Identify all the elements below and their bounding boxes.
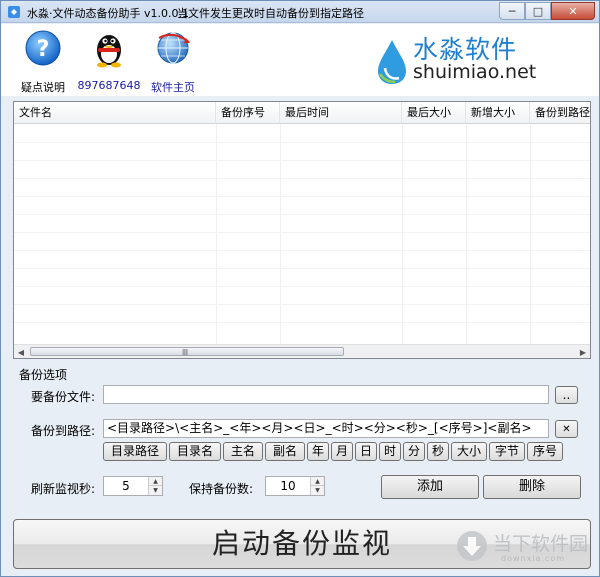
- keep-count-label: 保持备份数:: [189, 482, 254, 496]
- token-dir-name-button[interactable]: 目录名: [169, 442, 221, 461]
- column-file-name[interactable]: 文件名: [14, 102, 216, 124]
- qq-button[interactable]: 897687648: [77, 28, 141, 92]
- app-icon: [8, 6, 20, 18]
- file-label: 要备份文件:: [31, 390, 96, 404]
- token-minute-button[interactable]: 分: [403, 442, 425, 461]
- token-bytes-button[interactable]: 字节: [489, 442, 525, 461]
- token-size-button[interactable]: 大小: [451, 442, 487, 461]
- grid-line: [14, 142, 590, 143]
- keep-count-value[interactable]: 10: [266, 477, 310, 495]
- token-month-button[interactable]: 月: [331, 442, 353, 461]
- stepper-buttons: ▲ ▼: [148, 477, 162, 495]
- path-input[interactable]: <目录路径>\<主名>_<年><月><日>_<时><分><秒>_[<序号>]<副…: [103, 419, 549, 438]
- window-title: 水淼·文件动态备份助手 v1.0.0.1: [27, 7, 189, 20]
- close-button[interactable]: ✕: [551, 2, 595, 20]
- download-icon: [457, 531, 487, 561]
- grid-line: [530, 124, 531, 344]
- help-label: 疑点说明: [21, 81, 65, 94]
- maximize-button[interactable]: □: [525, 2, 551, 20]
- refresh-seconds-value[interactable]: 5: [104, 477, 148, 495]
- question-icon: ?: [25, 30, 61, 66]
- grid-line: [14, 286, 590, 287]
- token-day-button[interactable]: 日: [355, 442, 377, 461]
- decrement-icon[interactable]: ▼: [311, 486, 324, 495]
- grid-line: [14, 304, 590, 305]
- column-backup-seq[interactable]: 备份序号: [216, 102, 280, 124]
- grid-line: [14, 178, 590, 179]
- window-controls: ─ □ ✕: [499, 2, 595, 20]
- clear-path-button[interactable]: ✕: [555, 420, 578, 438]
- qq-label: 897687648: [77, 79, 141, 92]
- decrement-icon[interactable]: ▼: [149, 486, 162, 495]
- column-backup-path[interactable]: 备份到路径: [530, 102, 590, 124]
- grid-line: [14, 160, 590, 161]
- column-last-time[interactable]: 最后时间: [280, 102, 402, 124]
- increment-icon[interactable]: ▲: [149, 477, 162, 486]
- delete-button[interactable]: 删除: [483, 475, 581, 499]
- keep-count-stepper[interactable]: 10 ▲ ▼: [265, 476, 325, 496]
- homepage-button[interactable]: 软件主页: [141, 28, 205, 95]
- increment-icon[interactable]: ▲: [311, 477, 324, 486]
- options-section-title: 备份选项: [19, 368, 68, 382]
- list-header: 文件名 备份序号 最后时间 最后大小 新增大小 备份到路径: [14, 102, 590, 124]
- token-hour-button[interactable]: 时: [379, 442, 401, 461]
- watermark: 当下软件园 downxia.com: [453, 527, 593, 567]
- file-list[interactable]: 文件名 备份序号 最后时间 最后大小 新增大小 备份到路径 ◀ ||||| ▶: [13, 101, 591, 359]
- toolbar: ? 疑点说明 897687648 软件主页 水淼软件 shuimiao.net: [1, 24, 599, 96]
- app-window: 水淼·文件动态备份助手 v1.0.0.1 当文件发生更改时自动备份到指定路径 ─…: [0, 0, 600, 577]
- refresh-label: 刷新监视秒:: [31, 482, 96, 496]
- penguin-icon: [97, 35, 121, 68]
- globe-icon: [157, 32, 190, 64]
- watermark-text: 当下软件园: [493, 533, 589, 555]
- scroll-grip: |||||: [182, 349, 188, 356]
- minimize-button[interactable]: ─: [499, 2, 525, 20]
- grid-line: [402, 124, 403, 344]
- homepage-label: 软件主页: [151, 81, 195, 94]
- token-year-button[interactable]: 年: [307, 442, 329, 461]
- window-subtitle: 当文件发生更改时自动备份到指定路径: [177, 7, 364, 20]
- token-seq-button[interactable]: 序号: [527, 442, 563, 461]
- scrollbar-thumb[interactable]: |||||: [30, 347, 344, 356]
- grid-line: [14, 196, 590, 197]
- refresh-seconds-stepper[interactable]: 5 ▲ ▼: [103, 476, 163, 496]
- grid-line: [14, 322, 590, 323]
- stepper-buttons: ▲ ▼: [310, 477, 324, 495]
- grid-line: [216, 124, 217, 344]
- browse-button[interactable]: ..: [555, 386, 578, 404]
- add-button[interactable]: 添加: [381, 475, 479, 499]
- column-added-size[interactable]: 新增大小: [466, 102, 530, 124]
- grid-line: [14, 268, 590, 269]
- token-main-name-button[interactable]: 主名: [223, 442, 263, 461]
- svg-text:?: ?: [37, 37, 50, 62]
- title-bar[interactable]: 水淼·文件动态备份助手 v1.0.0.1 当文件发生更改时自动备份到指定路径 ─…: [1, 1, 599, 23]
- token-ext-name-button[interactable]: 副名: [265, 442, 305, 461]
- scroll-right-icon[interactable]: ▶: [576, 345, 590, 358]
- token-second-button[interactable]: 秒: [427, 442, 449, 461]
- path-label: 备份到路径:: [31, 424, 96, 438]
- horizontal-scrollbar[interactable]: ◀ ||||| ▶: [14, 344, 590, 358]
- grid-line: [466, 124, 467, 344]
- path-token-buttons: 目录路径 目录名 主名 副名 年 月 日 时 分 秒 大小 字节 序号: [103, 442, 563, 461]
- column-last-size[interactable]: 最后大小: [402, 102, 466, 124]
- grid-line: [14, 214, 590, 215]
- list-body: [14, 124, 590, 344]
- brand-logo: 水淼软件 shuimiao.net: [375, 34, 545, 90]
- logo-text-en: shuimiao.net: [413, 61, 537, 83]
- grid-line: [280, 124, 281, 344]
- scroll-left-icon[interactable]: ◀: [14, 345, 28, 358]
- water-drop-icon: [378, 40, 406, 84]
- grid-line: [14, 250, 590, 251]
- help-button[interactable]: ? 疑点说明: [11, 28, 75, 95]
- watermark-subtext: downxia.com: [501, 554, 566, 563]
- token-dir-path-button[interactable]: 目录路径: [103, 442, 167, 461]
- grid-line: [14, 232, 590, 233]
- file-input[interactable]: [103, 385, 549, 404]
